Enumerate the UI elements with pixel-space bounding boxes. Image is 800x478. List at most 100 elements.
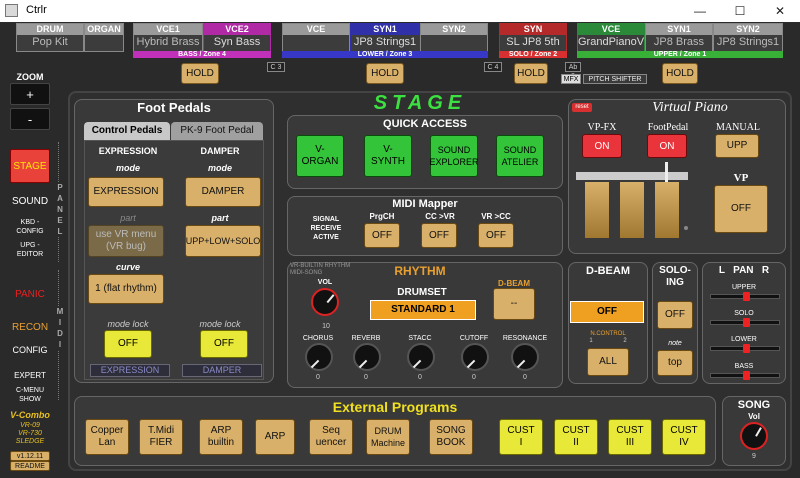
ncontrol-2-label: 2: [623, 338, 627, 344]
pan-upper-thumb[interactable]: [743, 292, 750, 301]
drum-machine-button[interactable]: DRUM Machine: [366, 419, 410, 455]
pan-lower-label: LOWER: [731, 336, 757, 343]
note-top-button[interactable]: top: [657, 350, 693, 376]
maximize-button[interactable]: ☐: [720, 0, 760, 22]
zone-vce-upper[interactable]: VCE GrandPianoV: [577, 23, 645, 52]
cust-3-button[interactable]: CUST III: [608, 419, 652, 455]
vp-key-3[interactable]: [655, 182, 679, 238]
vpfx-on-button[interactable]: ON: [582, 134, 622, 158]
v-organ-button[interactable]: V- ORGAN: [296, 135, 344, 177]
expression-part-button[interactable]: use VR menu (VR bug): [88, 225, 164, 257]
dbeam-all-button[interactable]: ALL: [587, 348, 629, 376]
rhythm-vol-knob[interactable]: [311, 288, 339, 316]
songbook-button[interactable]: SONG BOOK: [429, 419, 473, 455]
stage-button[interactable]: STAGE: [10, 149, 50, 183]
cust-2-button[interactable]: CUST II: [554, 419, 598, 455]
pan-solo-thumb[interactable]: [743, 318, 750, 327]
zone-organ[interactable]: ORGAN: [84, 23, 124, 52]
hold-button-bass[interactable]: HOLD: [181, 63, 219, 84]
cc-vr-button[interactable]: OFF: [421, 223, 457, 248]
manual-upp-button[interactable]: UPP: [715, 134, 759, 158]
pan-upper-slider[interactable]: [710, 292, 780, 301]
prgch-button[interactable]: OFF: [364, 223, 400, 248]
zone-syn2[interactable]: SYN2: [420, 23, 488, 52]
pan-lower-thumb[interactable]: [743, 344, 750, 353]
song-title: SONG: [737, 399, 771, 411]
vp-key-2[interactable]: [620, 182, 644, 238]
zone-value: Syn Bass: [213, 36, 261, 48]
kbd-config-button[interactable]: KBD - CONFIG: [10, 218, 50, 238]
sound-button[interactable]: SOUND: [10, 194, 50, 210]
vr-cc-button[interactable]: OFF: [478, 223, 514, 248]
reset-button[interactable]: reset: [572, 103, 592, 112]
cutoff-knob[interactable]: [461, 343, 489, 371]
damper-modelock-button[interactable]: OFF: [200, 330, 248, 358]
zoom-out-button[interactable]: -: [10, 108, 50, 130]
sound-explorer-button[interactable]: SOUND EXPLORER: [429, 135, 479, 177]
pan-bass-slider[interactable]: [710, 371, 780, 380]
sound-atelier-button[interactable]: SOUND ATELIER: [496, 135, 544, 177]
footpedal-on-button[interactable]: ON: [647, 134, 687, 158]
dbeam-select[interactable]: OFF: [570, 301, 644, 323]
arp-builtin-button[interactable]: ARP builtin: [199, 419, 243, 455]
upg-editor-button[interactable]: UPG - EDITOR: [10, 241, 50, 261]
resonance-value: 0: [523, 374, 527, 381]
tab-pk9-foot-pedal[interactable]: PK-9 Foot Pedal: [171, 122, 263, 140]
curve-button[interactable]: 1 (flat rhythm): [88, 274, 164, 304]
drumset-select[interactable]: STANDARD 1: [370, 300, 476, 320]
sequencer-button[interactable]: Seq uencer: [309, 419, 353, 455]
cust-1-button[interactable]: CUST I: [499, 419, 543, 455]
cust-4-button[interactable]: CUST IV: [662, 419, 706, 455]
window-title: Ctrlr: [26, 4, 47, 16]
close-button[interactable]: ✕: [760, 0, 800, 22]
pan-solo-slider[interactable]: [710, 318, 780, 327]
hold-button-lower[interactable]: HOLD: [366, 63, 404, 84]
cutoff-label: CUTOFF: [459, 335, 489, 342]
config-button[interactable]: CONFIG: [10, 342, 50, 358]
readme-button[interactable]: README: [10, 461, 50, 471]
stacc-label: STACC: [408, 335, 432, 342]
hold-button-solo[interactable]: HOLD: [514, 63, 548, 84]
zone-name: VCE: [283, 24, 349, 35]
resonance-label: RESONANCE: [502, 335, 548, 342]
vpfx-label: VP-FX: [587, 122, 617, 133]
zone-drum[interactable]: DRUM Pop Kit: [16, 23, 84, 52]
chorus-knob[interactable]: [305, 343, 333, 371]
zone-vce[interactable]: VCE: [282, 23, 350, 52]
rhythm-dbeam-button[interactable]: --: [493, 288, 535, 320]
song-vol-knob[interactable]: [740, 422, 768, 450]
soloing-off-button[interactable]: OFF: [657, 301, 693, 329]
zone-syn1-upper[interactable]: SYN1 JP8 Brass: [645, 23, 713, 52]
copperlan-button[interactable]: Copper Lan: [85, 419, 129, 455]
app-icon: [5, 4, 18, 17]
vp-off-button[interactable]: OFF: [714, 185, 768, 233]
recon-button[interactable]: RECON: [10, 320, 50, 336]
zone-syn1[interactable]: SYN1 JP8 Strings1: [350, 23, 420, 52]
stacc-knob[interactable]: [407, 343, 435, 371]
v-synth-button[interactable]: V- SYNTH: [364, 135, 412, 177]
damper-mode-button[interactable]: DAMPER: [185, 177, 261, 207]
tmidifier-button[interactable]: T.Midi FIER: [139, 419, 183, 455]
panic-button[interactable]: PANIC: [10, 286, 50, 304]
pan-bass-label: BASS: [734, 363, 754, 370]
vp-key-1[interactable]: [585, 182, 609, 238]
reverb-knob[interactable]: [353, 343, 381, 371]
zone-syn2-upper[interactable]: SYN2 JP8 Strings1: [713, 23, 783, 52]
expert-button[interactable]: EXPERT: [10, 369, 50, 383]
expression-mode-button[interactable]: EXPRESSION: [88, 177, 164, 207]
pan-bass-thumb[interactable]: [743, 371, 750, 380]
zone-vce2[interactable]: VCE2 Syn Bass: [203, 23, 271, 52]
cmenu-show-button[interactable]: C-MENU SHOW: [10, 386, 50, 406]
hold-button-upper[interactable]: HOLD: [662, 63, 698, 84]
zone-vce1[interactable]: VCE1 Hybrid Brass: [133, 23, 203, 52]
expression-modelock-button[interactable]: OFF: [104, 330, 152, 358]
resonance-knob[interactable]: [511, 343, 539, 371]
zone-syn[interactable]: SYN SL JP8 5th: [499, 23, 567, 52]
damper-part-button[interactable]: UPP+LOW+SOLO: [185, 225, 261, 257]
zoom-in-button[interactable]: +: [10, 83, 50, 105]
arp-button[interactable]: ARP: [255, 419, 295, 455]
pan-lower-slider[interactable]: [710, 344, 780, 353]
tab-control-pedals[interactable]: Control Pedals: [84, 122, 170, 140]
curve-label: curve: [115, 262, 141, 272]
minimize-button[interactable]: —: [680, 0, 720, 22]
